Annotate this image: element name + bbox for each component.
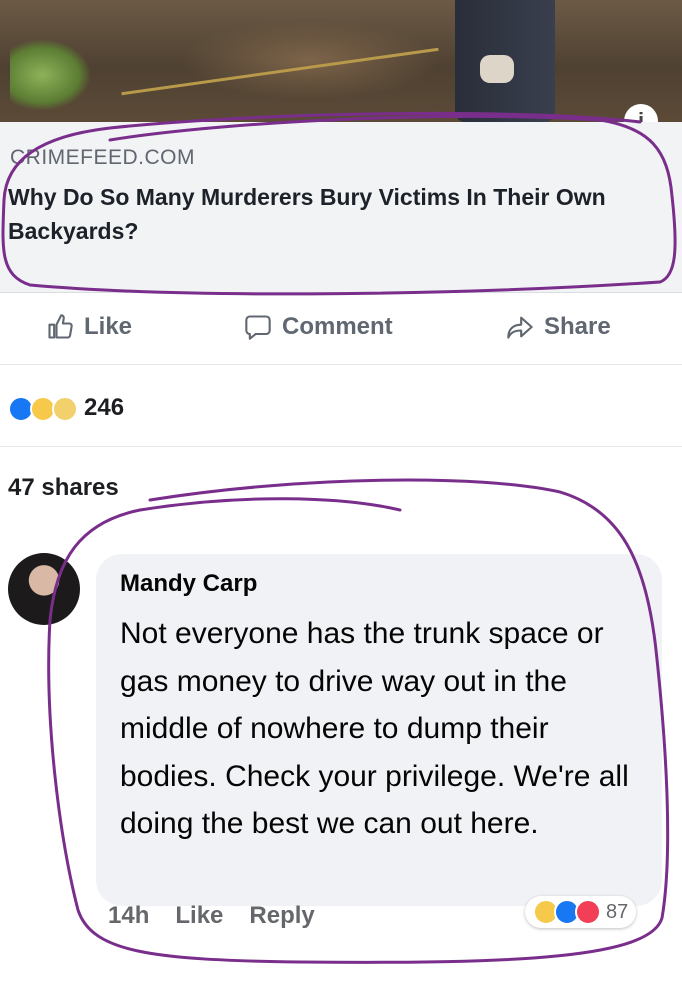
photo-plant	[10, 40, 90, 110]
like-button-label: Like	[84, 313, 133, 340]
post-action-bar: Like Comment Share	[0, 292, 682, 365]
sad-reaction-icon	[52, 396, 78, 422]
reaction-count: 246	[84, 394, 125, 421]
photo-glove	[480, 55, 514, 83]
comment-button-label: Comment	[282, 313, 393, 340]
reaction-icons	[8, 396, 78, 422]
share-arrow-icon	[506, 313, 534, 341]
comment-reactions[interactable]: 87	[525, 896, 637, 928]
avatar[interactable]	[8, 553, 80, 625]
reactions-summary[interactable]: 246	[0, 364, 682, 447]
love-reaction-icon	[575, 899, 601, 925]
link-domain: CRIMEFEED.COM	[10, 146, 195, 169]
link-headline[interactable]: Why Do So Many Murderers Bury Victims In…	[8, 180, 668, 248]
comment-reply-button[interactable]: Reply	[249, 902, 314, 930]
comment-bubble-icon	[244, 313, 272, 341]
comment-meta: 14h Like Reply	[108, 902, 315, 930]
comment-text: Not everyone has the trunk space or gas …	[120, 617, 629, 840]
link-preview-image[interactable]	[0, 0, 682, 122]
share-button-label: Share	[544, 313, 611, 340]
comment-button[interactable]: Comment	[244, 313, 393, 341]
comment-like-button[interactable]: Like	[175, 902, 223, 930]
photo-dirt	[180, 20, 440, 100]
share-button[interactable]: Share	[506, 313, 611, 341]
like-button[interactable]: Like	[46, 313, 132, 341]
thumbs-up-icon	[46, 313, 74, 341]
shares-count[interactable]: 47 shares	[8, 474, 119, 502]
comment-author[interactable]: Mandy Carp	[120, 570, 257, 598]
comment-timestamp[interactable]: 14h	[108, 902, 149, 930]
comment-reaction-count: 87	[606, 900, 629, 923]
